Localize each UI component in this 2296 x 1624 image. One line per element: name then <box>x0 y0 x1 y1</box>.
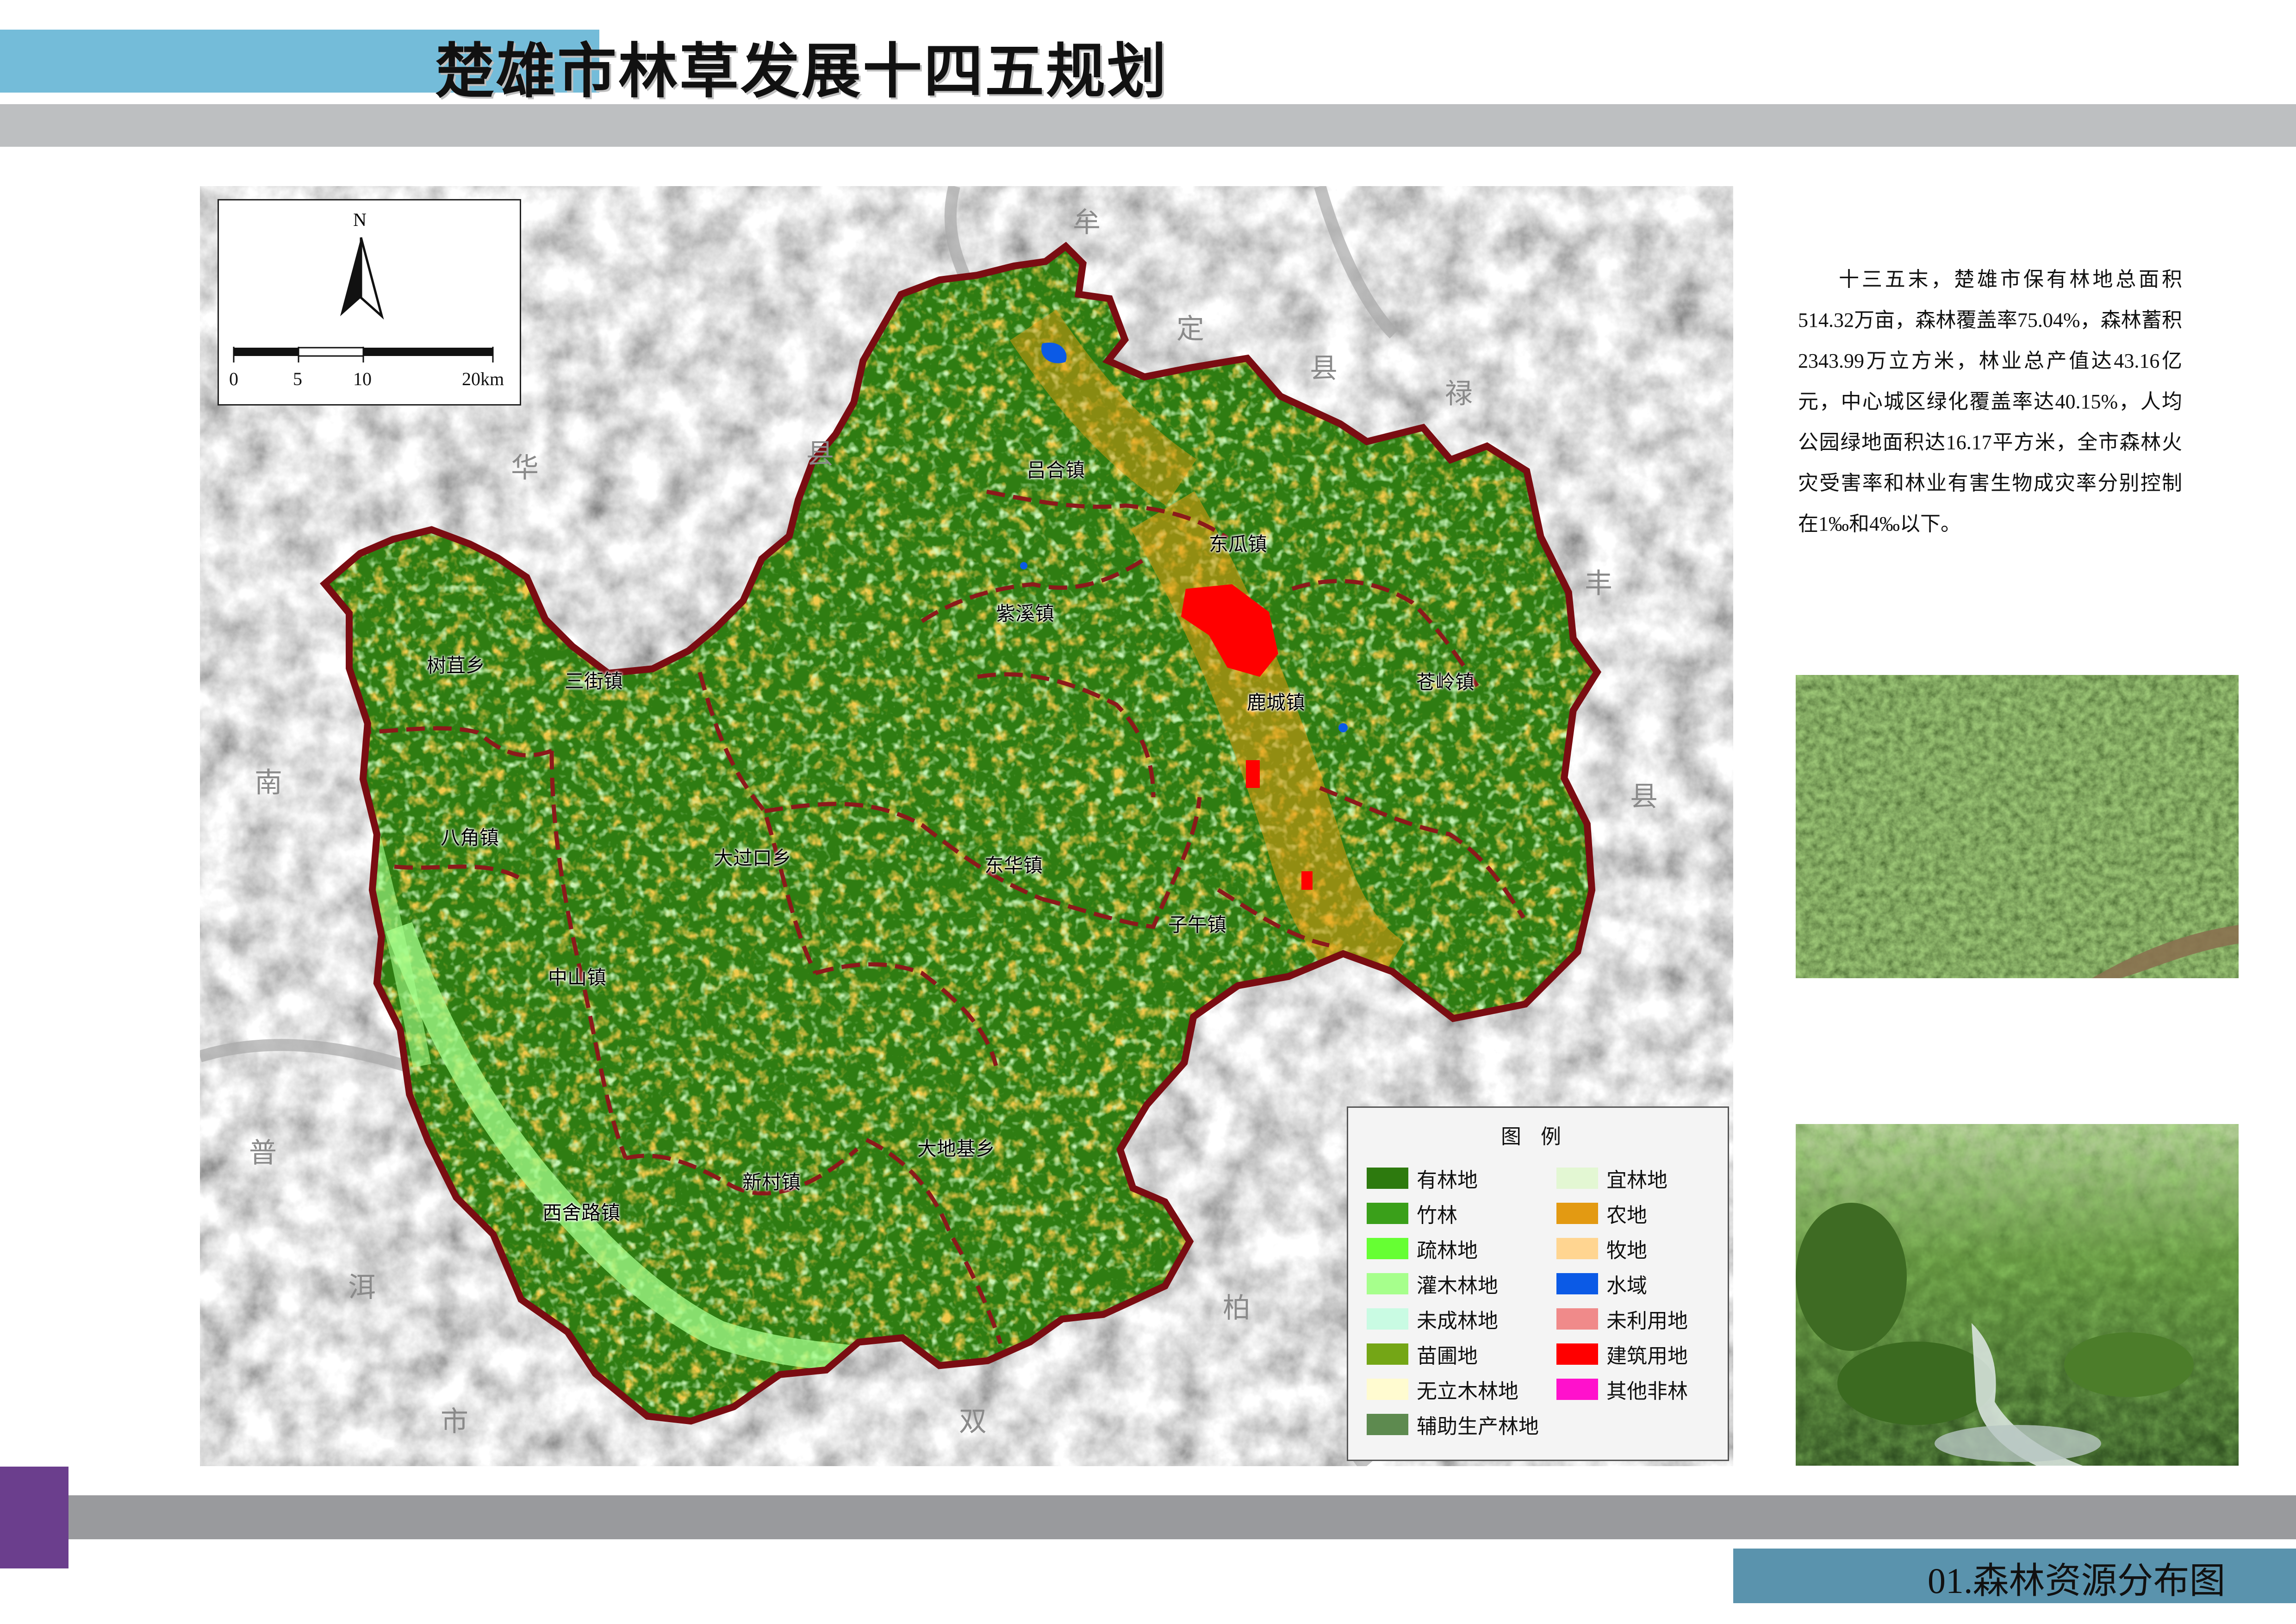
scale-label: 20km <box>462 369 504 389</box>
legend-swatch <box>1367 1203 1408 1224</box>
forest-resource-map[interactable]: 牟 定 县 禄 丰 县 华 县 南 县 普 洱 市 柏 双 吕合镇 东瓜镇 紫溪… <box>200 186 1733 1466</box>
legend-label: 其他非林 <box>1606 1380 1688 1403</box>
neighbor-label: 县 <box>1630 781 1658 813</box>
legend-label: 水域 <box>1606 1274 1647 1298</box>
legend-item: 未成林地 <box>1367 1304 1498 1334</box>
legend-label: 未利用地 <box>1606 1309 1688 1333</box>
legend-item: 牧地 <box>1556 1234 1647 1263</box>
north-arrow-icon <box>340 237 384 320</box>
town-label: 中山镇 <box>548 966 607 989</box>
town-label: 西舍路镇 <box>542 1201 621 1224</box>
legend-swatch <box>1367 1379 1408 1400</box>
neighbor-label: 定 <box>1176 313 1204 345</box>
town-label: 东瓜镇 <box>1209 533 1268 556</box>
neighbor-label: 双 <box>959 1405 987 1438</box>
legend-item: 宜林地 <box>1556 1163 1668 1193</box>
scale-bar <box>233 347 494 362</box>
legend-swatch <box>1367 1308 1408 1330</box>
legend-item: 农地 <box>1556 1199 1647 1228</box>
neighbor-label: 普 <box>249 1137 277 1169</box>
legend-label: 疏林地 <box>1417 1239 1478 1262</box>
legend-label: 灌木林地 <box>1417 1274 1498 1298</box>
legend-swatch <box>1556 1273 1598 1294</box>
footer-accent <box>0 1467 68 1568</box>
legend-swatch <box>1556 1203 1598 1224</box>
forest-stream-photo <box>1796 1124 2239 1466</box>
neighbor-label: 牟 <box>1073 206 1101 239</box>
legend-swatch <box>1556 1238 1598 1259</box>
legend-swatch <box>1556 1379 1598 1400</box>
town-label: 吕合镇 <box>1027 459 1085 481</box>
map-legend: 图 例 有林地 宜林地竹林 农地疏林地 牧地灌木林地 水域未成林地 未利用地苗圃地 建筑用地… <box>1347 1106 1729 1461</box>
legend-item: 苗圃地 <box>1367 1339 1478 1369</box>
town-label: 子午镇 <box>1168 913 1227 936</box>
town-label: 三街镇 <box>565 670 623 693</box>
legend-item: 灌木林地 <box>1367 1269 1498 1299</box>
legend-label: 辅助生产林地 <box>1417 1415 1539 1438</box>
legend-item: 水域 <box>1556 1269 1647 1299</box>
town-label: 八角镇 <box>441 826 499 849</box>
town-label: 新村镇 <box>742 1171 801 1193</box>
legend-label: 牧地 <box>1606 1239 1647 1262</box>
legend-item: 疏林地 <box>1367 1234 1478 1263</box>
legend-item: 建筑用地 <box>1556 1339 1688 1369</box>
legend-label: 有林地 <box>1417 1168 1478 1192</box>
legend-swatch <box>1367 1273 1408 1294</box>
neighbor-label: 丰 <box>1585 568 1612 600</box>
legend-swatch <box>1556 1168 1598 1189</box>
neighbor-label: 南 <box>255 767 282 799</box>
forest-aerial-photo <box>1796 675 2239 978</box>
town-label: 鹿城镇 <box>1247 691 1306 714</box>
neighbor-label: 禄 <box>1445 378 1473 410</box>
legend-swatch <box>1367 1238 1408 1259</box>
town-label: 紫溪镇 <box>996 602 1055 625</box>
neighbor-label: 县 <box>806 438 834 470</box>
north-arrow-panel: N 0 5 10 20km <box>218 199 521 406</box>
neighbor-label: 县 <box>1310 352 1338 385</box>
legend-item: 其他非林 <box>1556 1374 1688 1404</box>
town-label: 树苴乡 <box>427 654 485 677</box>
header-stripe <box>0 104 2296 147</box>
summary-text: 十三五末，楚雄市保有林地总面积514.32万亩，森林覆盖率75.04%，森林蓄积… <box>1798 268 2182 535</box>
legend-swatch <box>1367 1168 1408 1189</box>
legend-label: 宜林地 <box>1606 1168 1668 1192</box>
scale-label: 0 <box>229 369 238 389</box>
scale-label: 5 <box>293 369 302 389</box>
legend-item: 有林地 <box>1367 1163 1478 1193</box>
neighbor-label: 柏 <box>1223 1292 1251 1324</box>
town-label: 大过口乡 <box>714 847 792 869</box>
footer-stripe <box>68 1495 2296 1539</box>
town-label: 大地基乡 <box>917 1137 996 1160</box>
legend-label: 农地 <box>1606 1204 1647 1227</box>
legend-swatch <box>1367 1414 1408 1435</box>
legend-label: 建筑用地 <box>1606 1344 1688 1368</box>
scale-label: 10 <box>353 369 372 389</box>
legend-item: 未利用地 <box>1556 1304 1688 1334</box>
legend-item: 辅助生产林地 <box>1367 1410 1539 1439</box>
legend-title: 图 例 <box>1501 1125 1568 1149</box>
legend-label: 无立木林地 <box>1417 1380 1518 1403</box>
page-title: 楚雄市林草发展十四五规划 <box>435 37 1169 106</box>
north-letter: N <box>353 209 367 230</box>
legend-swatch <box>1556 1343 1598 1365</box>
neighbor-label: 华 <box>511 452 539 484</box>
town-label: 苍岭镇 <box>1416 671 1475 693</box>
neighbor-label: 洱 <box>348 1271 376 1304</box>
legend-label: 竹林 <box>1417 1204 1457 1227</box>
town-label: 东华镇 <box>984 854 1043 877</box>
legend-item: 竹林 <box>1367 1199 1457 1228</box>
legend-label: 苗圃地 <box>1417 1344 1478 1368</box>
figure-caption: 01.森林资源分布图 <box>1928 1561 2226 1601</box>
legend-swatch <box>1367 1343 1408 1365</box>
legend-item: 无立木林地 <box>1367 1374 1518 1404</box>
legend-swatch <box>1556 1308 1598 1330</box>
neighbor-label: 市 <box>441 1405 468 1438</box>
legend-label: 未成林地 <box>1417 1309 1498 1333</box>
